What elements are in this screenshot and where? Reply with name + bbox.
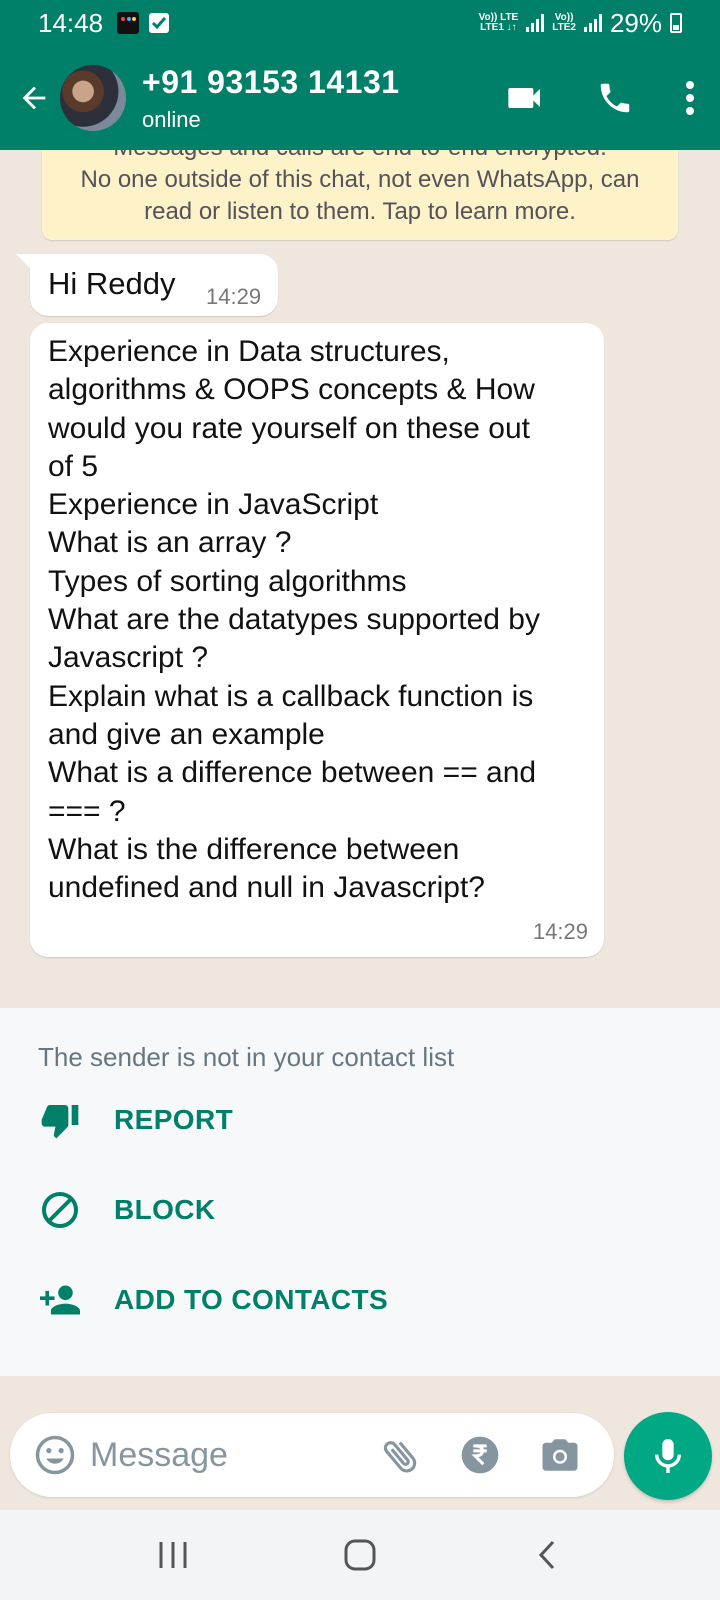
attach-button[interactable]: [360, 1425, 440, 1485]
message-bubble[interactable]: Hi Reddy 14:29: [16, 254, 278, 316]
camera-button[interactable]: [520, 1425, 600, 1485]
check-notification-icon: [149, 13, 170, 33]
contact-info[interactable]: +91 93153 14131 online: [142, 64, 400, 133]
battery-percent: 29%: [609, 7, 662, 38]
encryption-notice[interactable]: Messages and calls are end-to-end encryp…: [42, 150, 678, 240]
voice-call-button[interactable]: [570, 63, 660, 133]
back-button[interactable]: [8, 68, 60, 128]
encryption-line-2: No one outside of this chat, not even Wh…: [80, 166, 640, 193]
phone-icon: [600, 83, 630, 113]
back-arrow-icon: [22, 86, 46, 110]
message-bubble[interactable]: Experience in Data structures, algorithm…: [30, 323, 604, 957]
chat-header: 14:48 Vo)) LTE LTE1 ↓↑ Vo)) LTE2 29% +91…: [0, 0, 720, 150]
camera-icon: [542, 1439, 578, 1471]
block-label: BLOCK: [114, 1194, 216, 1225]
app-bar: +91 93153 14131 online: [0, 46, 720, 150]
voice-message-button[interactable]: [624, 1412, 712, 1500]
message-text: Experience in Data structures, algorithm…: [48, 335, 540, 905]
home-button[interactable]: [320, 1525, 400, 1585]
video-camera-icon: [508, 88, 540, 108]
system-navigation-bar: [0, 1510, 720, 1600]
add-to-contacts-button[interactable]: ADD TO CONTACTS: [0, 1260, 720, 1340]
contact-name: +91 93153 14131: [142, 63, 400, 100]
status-time: 14:48: [38, 7, 104, 38]
thumbs-down-icon: [38, 1098, 82, 1142]
payment-button[interactable]: [440, 1425, 520, 1485]
microphone-icon: [654, 1439, 682, 1473]
chat-area[interactable]: Messages and calls are end-to-end encryp…: [0, 150, 720, 1008]
message-time: 14:29: [206, 284, 262, 309]
emoji-icon: [35, 1435, 75, 1475]
kebab-menu-icon: [686, 81, 694, 115]
recent-apps-button[interactable]: [133, 1525, 213, 1585]
add-person-icon: [38, 1278, 82, 1322]
video-call-button[interactable]: [480, 63, 570, 133]
message-input[interactable]: [90, 1435, 360, 1475]
battery-icon: [670, 13, 682, 33]
app-notification-icon: [117, 12, 140, 34]
signal-2-icon: [583, 14, 602, 32]
paperclip-icon: [383, 1441, 417, 1473]
chevron-left-icon: [538, 1540, 554, 1570]
lte2-indicator: Vo)) LTE2: [552, 12, 576, 33]
emoji-button[interactable]: [30, 1429, 80, 1481]
report-button[interactable]: REPORT: [0, 1080, 720, 1160]
message-text: Hi Reddy: [48, 266, 176, 301]
lte1-indicator: Vo)) LTE LTE1 ↓↑: [478, 12, 519, 33]
home-icon: [344, 1539, 376, 1571]
message-time: 14:29: [532, 919, 588, 944]
block-icon: [38, 1188, 82, 1232]
signal-1-icon: [526, 14, 545, 32]
report-label: REPORT: [114, 1104, 234, 1135]
encryption-line-3: read or listen to them. Tap to learn mor…: [144, 198, 576, 225]
unknown-sender-notice: The sender is not in your contact list: [38, 1042, 455, 1072]
more-options-button[interactable]: [660, 63, 720, 133]
message-input-box[interactable]: [10, 1413, 614, 1497]
block-button[interactable]: BLOCK: [0, 1170, 720, 1250]
contact-status: online: [142, 106, 201, 132]
add-to-contacts-label: ADD TO CONTACTS: [114, 1284, 389, 1315]
contact-avatar[interactable]: [60, 65, 126, 131]
nav-back-button[interactable]: [507, 1525, 587, 1585]
status-bar: 14:48 Vo)) LTE LTE1 ↓↑ Vo)) LTE2 29%: [0, 0, 720, 46]
composer: [0, 1376, 720, 1510]
encryption-line-partial: Messages and calls are end-to-end encryp…: [56, 150, 664, 164]
rupee-icon: [461, 1436, 499, 1474]
recent-apps-icon: [159, 1542, 187, 1568]
